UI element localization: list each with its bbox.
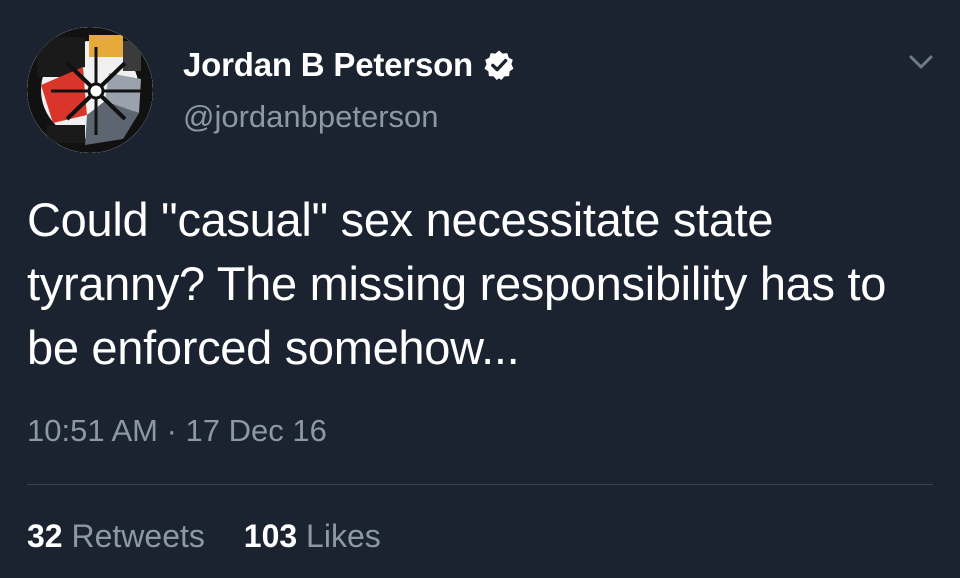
likes-stat[interactable]: 103 Likes xyxy=(244,518,381,555)
retweets-stat[interactable]: 32 Retweets xyxy=(27,518,205,555)
retweets-count: 32 xyxy=(27,518,63,554)
verified-badge-icon xyxy=(483,49,515,81)
chevron-down-icon[interactable] xyxy=(908,52,934,72)
author-name-row: Jordan B Peterson xyxy=(183,46,515,84)
tweet-text: Could "casual" sex necessitate state tyr… xyxy=(27,193,887,374)
tweet-stats: 32 Retweets 103 Likes xyxy=(27,518,411,555)
retweets-label: Retweets xyxy=(71,518,205,554)
author-handle[interactable]: @jordanbpeterson xyxy=(183,99,439,135)
tweet-timestamp[interactable]: 10:51 AM · 17 Dec 16 xyxy=(27,413,327,449)
divider xyxy=(27,484,933,485)
avatar[interactable] xyxy=(27,27,153,153)
geometric-emblem-avatar-icon xyxy=(27,27,153,153)
likes-label: Likes xyxy=(306,518,381,554)
tweet-card: Jordan B Peterson @jordanbpeterson Could… xyxy=(0,0,960,578)
author-display-name[interactable]: Jordan B Peterson xyxy=(183,46,473,84)
likes-count: 103 xyxy=(243,518,298,554)
